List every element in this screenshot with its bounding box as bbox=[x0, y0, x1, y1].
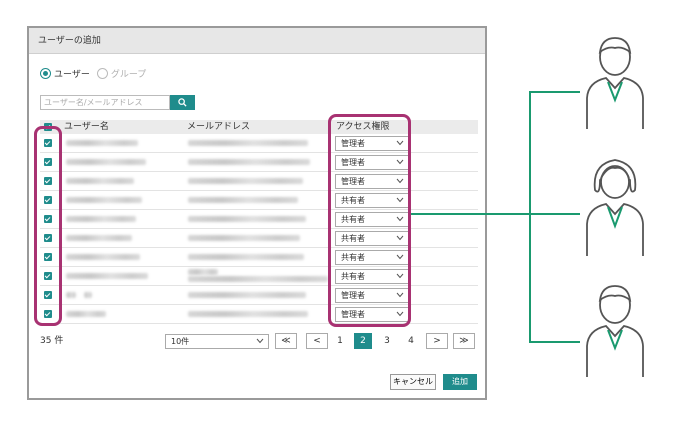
radio-group[interactable] bbox=[96, 67, 108, 79]
per-page-value: 10件 bbox=[171, 337, 190, 346]
person-icon bbox=[586, 285, 644, 377]
add-button[interactable]: 追加 bbox=[443, 374, 477, 390]
connector-bracket bbox=[529, 91, 580, 343]
table-row: 共有者 bbox=[40, 267, 478, 286]
table-row: 管理者 bbox=[40, 153, 478, 172]
page-1-button[interactable]: 1 bbox=[333, 333, 347, 349]
table-row: 共有者 bbox=[40, 229, 478, 248]
email-redacted bbox=[188, 254, 304, 260]
email-redacted bbox=[188, 276, 328, 282]
access-column-highlight bbox=[328, 114, 411, 327]
email-redacted bbox=[188, 197, 298, 203]
page-4-button[interactable]: 4 bbox=[404, 333, 418, 349]
radio-group-label[interactable]: グループ bbox=[111, 67, 146, 80]
page-next-button[interactable]: > bbox=[426, 333, 448, 349]
cancel-button[interactable]: キャンセル bbox=[390, 374, 436, 390]
chevron-down-icon bbox=[256, 338, 264, 344]
dialog-title: ユーザーの追加 bbox=[29, 28, 485, 54]
add-user-dialog: ユーザーの追加 ユーザー グループ ユーザー名 メールアドレス アクセス権限 管… bbox=[27, 26, 487, 400]
page-last-button[interactable]: ≫ bbox=[453, 333, 475, 349]
user-name-redacted bbox=[66, 197, 142, 203]
user-name-redacted bbox=[66, 140, 138, 146]
page-prev-button[interactable]: < bbox=[306, 333, 328, 349]
email-redacted bbox=[188, 311, 308, 317]
header-user-name: ユーザー名 bbox=[64, 122, 109, 132]
user-name-redacted bbox=[66, 178, 134, 184]
table-row: 共有者 bbox=[40, 210, 478, 229]
result-count: 35 件 bbox=[40, 336, 64, 346]
type-radio-group: ユーザー グループ bbox=[40, 66, 153, 80]
email-redacted bbox=[188, 159, 310, 165]
user-name-redacted bbox=[66, 235, 132, 241]
search-icon bbox=[178, 98, 187, 107]
user-name-redacted bbox=[66, 311, 106, 317]
email-redacted bbox=[188, 178, 303, 184]
email-redacted bbox=[188, 216, 306, 222]
checkbox-column-highlight bbox=[34, 126, 62, 326]
user-name-redacted bbox=[66, 292, 76, 298]
table-row: 管理者 bbox=[40, 172, 478, 191]
user-name-redacted bbox=[66, 254, 140, 260]
radio-user[interactable] bbox=[40, 67, 51, 79]
page-2-button-current[interactable]: 2 bbox=[354, 333, 372, 349]
table-row: 管理者 bbox=[40, 286, 478, 305]
table-row: 管理者 bbox=[40, 305, 478, 324]
table-row: 管理者 bbox=[40, 134, 478, 153]
email-redacted bbox=[188, 235, 300, 241]
email-redacted bbox=[188, 140, 308, 146]
user-name-redacted bbox=[66, 273, 148, 279]
search-input[interactable] bbox=[40, 95, 170, 110]
header-email: メールアドレス bbox=[187, 122, 251, 132]
person-icon bbox=[586, 37, 644, 129]
user-name-redacted bbox=[84, 292, 92, 298]
person-icon bbox=[586, 159, 644, 256]
page-3-button[interactable]: 3 bbox=[380, 333, 394, 349]
user-name-redacted bbox=[66, 216, 136, 222]
table-row: 共有者 bbox=[40, 191, 478, 210]
search-button[interactable] bbox=[170, 95, 195, 110]
page-first-button[interactable]: ≪ bbox=[275, 333, 297, 349]
email-redacted bbox=[188, 269, 218, 275]
user-name-redacted bbox=[66, 159, 146, 165]
user-table: 管理者 管理者 管理者 共有者 共有者 共有者 共有者 共有者 管理者 管理者 bbox=[40, 134, 478, 324]
per-page-select[interactable]: 10件 bbox=[165, 334, 269, 349]
table-row: 共有者 bbox=[40, 248, 478, 267]
radio-user-label[interactable]: ユーザー bbox=[54, 67, 90, 80]
table-header: ユーザー名 メールアドレス アクセス権限 bbox=[40, 120, 478, 134]
email-redacted bbox=[188, 292, 306, 298]
